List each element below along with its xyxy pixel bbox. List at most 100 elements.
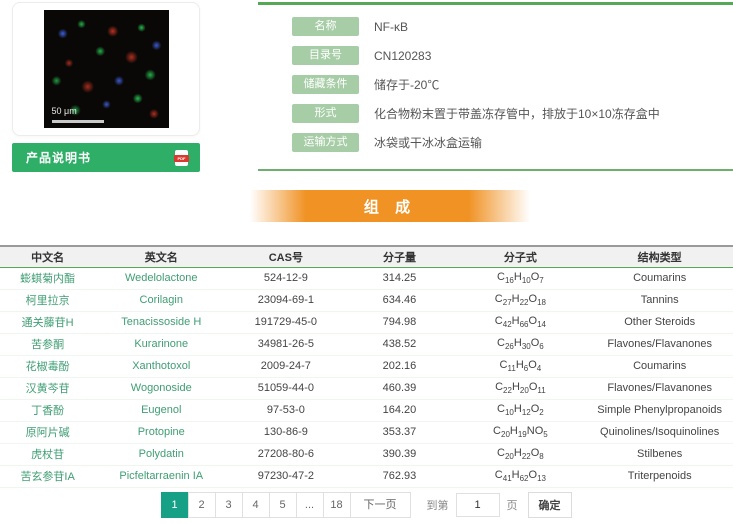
product-manual-label: 产品说明书: [26, 151, 92, 165]
info-row: 名称 NF-κB: [292, 17, 733, 36]
cell-molecular-formula: C27H22O18: [454, 289, 587, 312]
pdf-badge: PDF: [174, 154, 189, 162]
product-page: 50 μm 产品说明书 PDF 名称 NF-κB 目录号 CN120283 储藏条件 储存…: [0, 0, 733, 524]
cell-chinese-name: 丁香酚: [0, 399, 96, 422]
cell-english-name: Wedelolactone: [95, 267, 228, 290]
cell-english-name: Xanthotoxol: [95, 355, 228, 378]
table-row: 柯里拉京 Corilagin 23094-69-1 634.46 C27H22O18 Ta…: [0, 289, 733, 312]
scale-bar-line: [51, 120, 104, 123]
cell-molecular-weight: 164.20: [344, 399, 455, 422]
cell-cas-number: 23094-69-1: [227, 289, 345, 312]
cell-cas-number: 524-12-9: [227, 267, 345, 290]
column-header: CAS号: [227, 245, 345, 268]
goto-page-input[interactable]: [455, 493, 500, 517]
cell-molecular-formula: C20H22O8: [454, 443, 587, 466]
cell-molecular-formula: C22H20O11: [454, 377, 587, 400]
cell-chinese-name: 花椒毒酚: [0, 355, 96, 378]
cell-cas-number: 97-53-0: [227, 399, 345, 422]
page-button-5[interactable]: 5: [268, 492, 297, 518]
product-manual-button[interactable]: 产品说明书 PDF: [12, 143, 200, 172]
info-value: NF-κB: [374, 19, 408, 34]
cell-molecular-formula: C42H66O14: [454, 311, 587, 334]
cell-cas-number: 191729-45-0: [227, 311, 345, 334]
cell-cas-number: 51059-44-0: [227, 377, 345, 400]
pdf-icon: PDF: [174, 149, 189, 166]
cell-molecular-weight: 314.25: [344, 267, 455, 290]
cell-chinese-name: 原阿片碱: [0, 421, 96, 444]
info-row: 储藏条件 储存于-20℃: [292, 75, 733, 94]
info-value: 储存于-20℃: [374, 78, 440, 92]
cell-molecular-formula: C26H30O6: [454, 333, 587, 356]
info-label: 形式: [292, 104, 359, 123]
cell-english-name: Kurarinone: [95, 333, 228, 356]
next-page-button[interactable]: 下一页: [349, 492, 411, 518]
composition-table-header-row: 中文名 英文名 CAS号 分子量 分子式 结构类型: [0, 245, 733, 268]
cell-structure-type: Other Steroids: [586, 311, 733, 334]
composition-section-header: 组 成: [250, 190, 530, 222]
cell-english-name: Wogonoside: [95, 377, 228, 400]
page-ellipsis: ...: [295, 492, 324, 518]
column-header: 分子式: [454, 245, 587, 268]
cell-chinese-name: 通关藤苷H: [0, 311, 96, 334]
info-label: 储藏条件: [292, 75, 359, 94]
fluorescence-micrograph-image: 50 μm: [43, 10, 169, 128]
table-row: 蟛蜞菊内酯 Wedelolactone 524-12-9 314.25 C16H10O7…: [0, 267, 733, 290]
info-label: 名称: [292, 17, 359, 36]
cell-english-name: Corilagin: [95, 289, 228, 312]
cell-structure-type: Coumarins: [586, 267, 733, 290]
cell-cas-number: 27208-80-6: [227, 443, 345, 466]
table-row: 虎杖苷 Polydatin 27208-80-6 390.39 C20H22O8 Stil…: [0, 443, 733, 466]
info-row: 形式 化合物粉末置于带盖冻存管中，排放于10×10冻存盒中: [292, 104, 733, 123]
cell-structure-type: Flavones/Flavanones: [586, 377, 733, 400]
page-button-4[interactable]: 4: [241, 492, 270, 518]
page-button-3[interactable]: 3: [214, 492, 243, 518]
cell-english-name: Polydatin: [95, 443, 228, 466]
cell-molecular-formula: C20H19NO5: [454, 421, 587, 444]
column-header: 英文名: [95, 245, 228, 268]
product-info-panel: 名称 NF-κB 目录号 CN120283 储藏条件 储存于-20℃ 形式 化合物粉末置于带盖…: [258, 2, 733, 171]
page-button-2[interactable]: 2: [187, 492, 216, 518]
cell-molecular-formula: C10H12O2: [454, 399, 587, 422]
cell-molecular-weight: 794.98: [344, 311, 455, 334]
cell-molecular-weight: 438.52: [344, 333, 455, 356]
cell-structure-type: Flavones/Flavanones: [586, 333, 733, 356]
page-button-1[interactable]: 1: [160, 492, 189, 518]
table-row: 汉黄芩苷 Wogonoside 51059-44-0 460.39 C22H20O11 F…: [0, 377, 733, 400]
scale-bar: 50 μm: [51, 101, 104, 123]
page-button-18[interactable]: 18: [322, 492, 351, 518]
goto-page-suffix: 页: [506, 500, 518, 512]
product-info-rows: 名称 NF-κB 目录号 CN120283 储藏条件 储存于-20℃ 形式 化合物粉末置于带盖…: [258, 17, 733, 152]
cell-molecular-weight: 202.16: [344, 355, 455, 378]
info-value: 化合物粉末置于带盖冻存管中，排放于10×10冻存盒中: [374, 107, 660, 121]
cell-molecular-weight: 634.46: [344, 289, 455, 312]
cell-chinese-name: 蟛蜞菊内酯: [0, 267, 96, 290]
cell-structure-type: Simple Phenylpropanoids: [586, 399, 733, 422]
info-row: 运输方式 冰袋或干冰冰盒运输: [292, 133, 733, 152]
column-header: 分子量: [344, 245, 455, 268]
info-row: 目录号 CN120283: [292, 46, 733, 65]
product-media-column: 50 μm 产品说明书 PDF: [12, 2, 200, 172]
top-section: 50 μm 产品说明书 PDF 名称 NF-κB 目录号 CN120283 储藏条件 储存…: [0, 0, 733, 172]
cell-english-name: Eugenol: [95, 399, 228, 422]
info-value: CN120283: [374, 48, 432, 63]
cell-chinese-name: 苦参酮: [0, 333, 96, 356]
cell-molecular-weight: 762.93: [344, 465, 455, 488]
confirm-button[interactable]: 确定: [527, 492, 572, 518]
cell-structure-type: Quinolines/Isoquinolines: [586, 421, 733, 444]
goto-page-prefix: 到第: [426, 500, 449, 512]
table-row: 苦参酮 Kurarinone 34981-26-5 438.52 C26H30O6 Fla…: [0, 333, 733, 356]
info-label: 运输方式: [292, 133, 359, 152]
cell-english-name: Picfeltarraenin IA: [95, 465, 228, 488]
scale-label: 50 μm: [51, 106, 77, 116]
cell-cas-number: 130-86-9: [227, 421, 345, 444]
pagination: 12345...18下一页 到第 页确定: [0, 492, 733, 518]
section-title: 组 成: [363, 198, 417, 216]
table-row: 苦玄参苷IA Picfeltarraenin IA 97230-47-2 762.93…: [0, 465, 733, 488]
cell-molecular-formula: C41H62O13: [454, 465, 587, 488]
cell-molecular-weight: 353.37: [344, 421, 455, 444]
composition-table: 中文名 英文名 CAS号 分子量 分子式 结构类型 蟛蜞菊内酯 Wedelolactone 5…: [0, 245, 733, 488]
cell-chinese-name: 柯里拉京: [0, 289, 96, 312]
cell-english-name: Protopine: [95, 421, 228, 444]
table-row: 通关藤苷H Tenacissoside H 191729-45-0 794.98 C42…: [0, 311, 733, 334]
cell-structure-type: Stilbenes: [586, 443, 733, 466]
